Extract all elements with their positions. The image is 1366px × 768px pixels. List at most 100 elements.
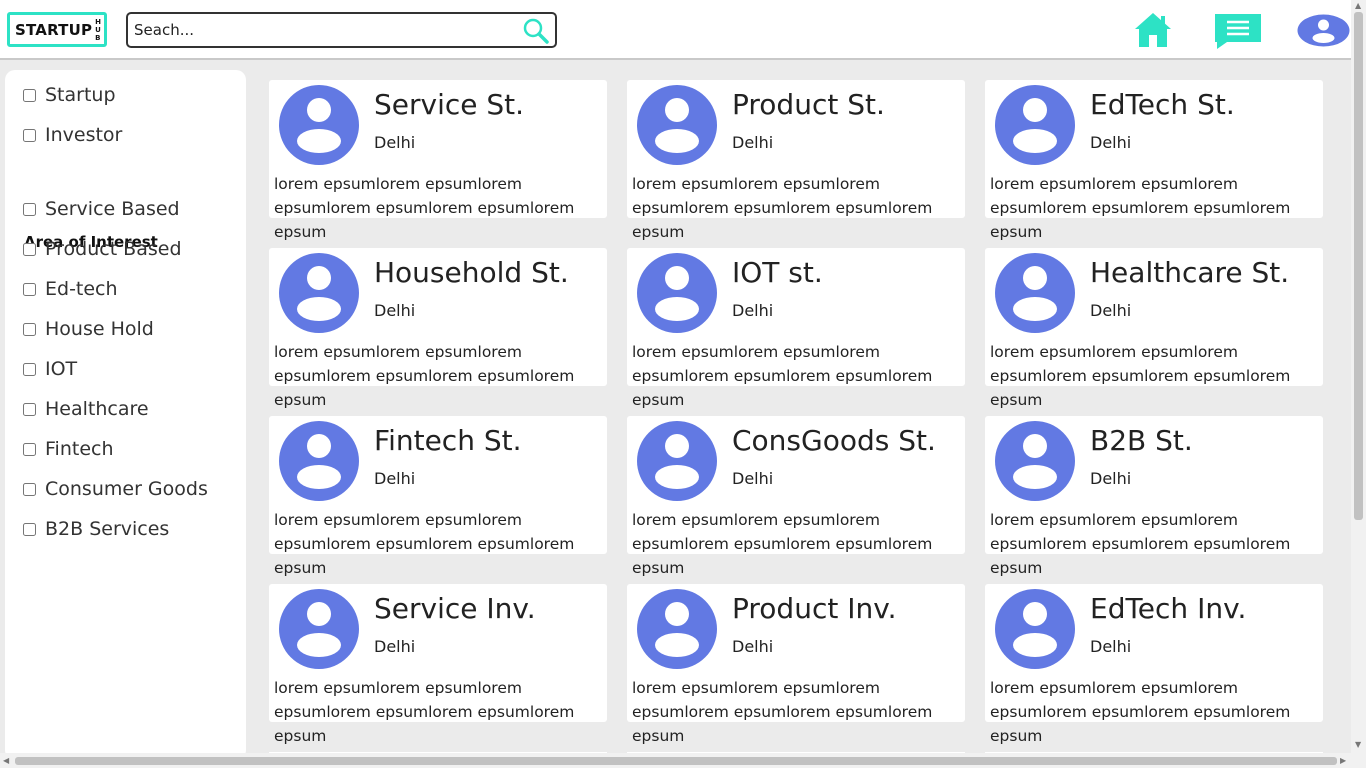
filter-checkbox[interactable] [23,362,36,376]
filter-startup-checkbox[interactable] [23,88,36,102]
card-location: Delhi [374,469,416,488]
card-location: Delhi [374,637,416,656]
card-description: lorem epsumlorem epsumlorem epsumlorem e… [990,511,1291,577]
search-input[interactable] [134,18,514,42]
scroll-left-icon[interactable]: ◀ [3,756,9,765]
filter-label: House Hold [45,318,154,340]
filter-checkbox[interactable] [23,322,36,336]
filter-label: Startup [45,84,116,106]
filter-ed-tech[interactable]: Ed-tech [23,277,118,301]
horizontal-scrollbar[interactable]: ◀ ▶ [0,753,1351,768]
filter-checkbox[interactable] [23,522,36,536]
filter-iot[interactable]: IOT [23,357,77,381]
vertical-scrollbar[interactable]: ▲ ▼ [1351,0,1366,768]
filter-product-based[interactable]: Product Based [23,237,182,261]
card-location: Delhi [1090,133,1132,152]
filter-label: Investor [45,124,123,146]
card-location: Delhi [732,469,774,488]
filter-healthcare[interactable]: Healthcare [23,397,149,421]
card-location: Delhi [374,301,416,320]
profile-card[interactable]: Service St. Delhi lorem epsumlorem epsum… [269,80,607,241]
scroll-up-icon[interactable]: ▲ [1355,1,1361,10]
profile-avatar-icon [995,421,1075,501]
filter-checkbox[interactable] [23,482,36,496]
profile-card[interactable]: Fintech St. Delhi lorem epsumlorem epsum… [269,416,607,577]
card-description: lorem epsumlorem epsumlorem epsumlorem e… [632,511,933,577]
card-location: Delhi [1090,637,1132,656]
card-description: lorem epsumlorem epsumlorem epsumlorem e… [274,511,575,577]
filter-checkbox[interactable] [23,442,36,456]
card-location: Delhi [1090,301,1132,320]
card-description: lorem epsumlorem epsumlorem epsumlorem e… [632,343,933,409]
filter-consumer-goods[interactable]: Consumer Goods [23,477,208,501]
scroll-down-icon[interactable]: ▼ [1355,740,1361,749]
card-location: Delhi [732,301,774,320]
filter-label: Product Based [45,238,182,260]
card-description: lorem epsumlorem epsumlorem epsumlorem e… [632,175,933,241]
card-title: Service St. [374,88,525,121]
profile-card[interactable]: ConsGoods St. Delhi lorem epsumlorem eps… [627,416,965,577]
profile-avatar-icon [637,589,717,669]
scroll-right-icon[interactable]: ▶ [1340,756,1346,765]
profile-avatar-icon [279,253,359,333]
filter-startup[interactable]: Startup [23,83,116,107]
filter-sidebar: Startup Investor Area of Interest Servic… [5,70,246,760]
card-title: Fintech St. [374,424,522,457]
filter-checkbox[interactable] [23,202,36,216]
card-description: lorem epsumlorem epsumlorem epsumlorem e… [990,679,1291,745]
filter-fintech[interactable]: Fintech [23,437,114,461]
top-navbar: STARTUP H U B [0,0,1351,60]
vertical-scroll-thumb[interactable] [1354,12,1363,520]
card-title: Product Inv. [732,592,897,625]
filter-checkbox[interactable] [23,282,36,296]
filter-investor[interactable]: Investor [23,123,122,147]
filter-label: Ed-tech [45,278,118,300]
card-description: lorem epsumlorem epsumlorem epsumlorem e… [632,679,933,745]
profile-card[interactable]: IOT st. Delhi lorem epsumlorem epsumlore… [627,248,965,409]
filter-investor-checkbox[interactable] [23,128,36,142]
filter-label: Service Based [45,198,180,220]
search-bar [126,12,557,48]
card-description: lorem epsumlorem epsumlorem epsumlorem e… [990,343,1291,409]
search-icon[interactable] [522,17,550,45]
card-location: Delhi [732,637,774,656]
card-title: IOT st. [732,256,823,289]
card-description: lorem epsumlorem epsumlorem epsumlorem e… [274,175,575,241]
card-title: Household St. [374,256,569,289]
card-title: Product St. [732,88,885,121]
profile-avatar-icon [995,253,1075,333]
horizontal-scroll-thumb[interactable] [15,757,1337,765]
profile-card[interactable]: B2B St. Delhi lorem epsumlorem epsumlore… [985,416,1323,577]
profile-card[interactable]: Service Inv. Delhi lorem epsumlorem epsu… [269,584,607,745]
profile-avatar-icon [637,253,717,333]
profile-avatar-icon [995,85,1075,165]
profile-avatar-icon [279,589,359,669]
filter-b2b-services[interactable]: B2B Services [23,517,169,541]
logo-subtext: H U B [95,17,102,42]
card-title: B2B St. [1090,424,1193,457]
profile-avatar-icon [279,421,359,501]
profile-card[interactable]: EdTech St. Delhi lorem epsumlorem epsuml… [985,80,1323,241]
card-description: lorem epsumlorem epsumlorem epsumlorem e… [990,175,1291,241]
filter-service-based[interactable]: Service Based [23,197,180,221]
home-icon[interactable] [1133,11,1173,49]
card-title: Healthcare St. [1090,256,1290,289]
card-location: Delhi [732,133,774,152]
filter-house-hold[interactable]: House Hold [23,317,154,341]
card-location: Delhi [1090,469,1132,488]
profile-card[interactable]: EdTech Inv. Delhi lorem epsumlorem epsum… [985,584,1323,745]
profile-card[interactable]: Product Inv. Delhi lorem epsumlorem epsu… [627,584,965,745]
profile-card[interactable]: Household St. Delhi lorem epsumlorem eps… [269,248,607,409]
filter-label: Healthcare [45,398,149,420]
filter-checkbox[interactable] [23,242,36,256]
profile-card[interactable]: Product St. Delhi lorem epsumlorem epsum… [627,80,965,241]
card-title: EdTech Inv. [1090,592,1247,625]
user-avatar-icon[interactable] [1297,14,1350,47]
card-title: EdTech St. [1090,88,1235,121]
filter-checkbox[interactable] [23,402,36,416]
profile-avatar-icon [279,85,359,165]
card-description: lorem epsumlorem epsumlorem epsumlorem e… [274,343,575,409]
profile-card[interactable]: Healthcare St. Delhi lorem epsumlorem ep… [985,248,1323,409]
app-logo[interactable]: STARTUP H U B [7,12,107,47]
chat-icon[interactable] [1213,12,1263,50]
